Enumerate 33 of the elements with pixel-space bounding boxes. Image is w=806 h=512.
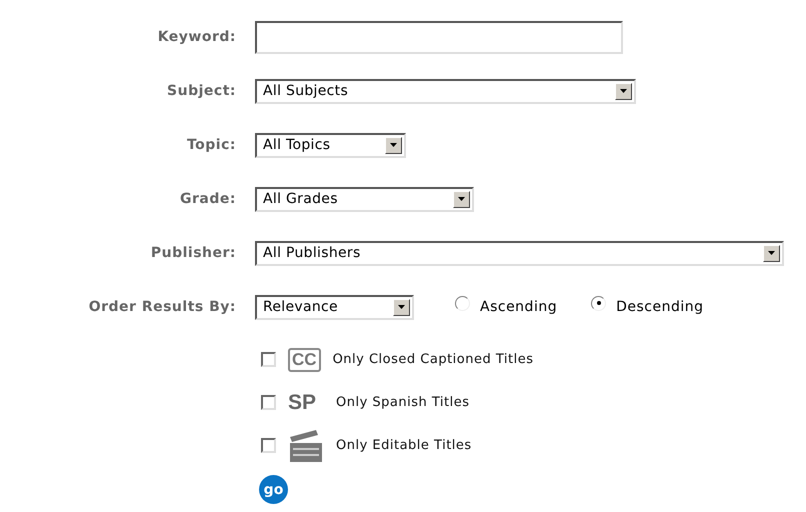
field-label: Order Results By: [88, 299, 237, 315]
radio-button[interactable] [591, 296, 606, 310]
dropdown-value: All Topics [263, 137, 330, 153]
radio-label: Descending [616, 299, 704, 315]
dropdown-value: All Subjects [263, 83, 348, 99]
dropdown-value: Relevance [263, 299, 338, 315]
field-label: Grade: [179, 191, 237, 207]
clapperboard-icon [288, 428, 324, 462]
keyword-field[interactable] [255, 20, 623, 54]
field-label: Subject: [166, 83, 237, 99]
language-label: SP [288, 390, 318, 414]
radio-label: Ascending [480, 299, 558, 315]
dropdown[interactable]: All Grades [255, 186, 474, 212]
dropdown[interactable]: Relevance [255, 294, 414, 320]
dropdown[interactable]: All Subjects [255, 78, 636, 104]
field-label: Publisher: [150, 245, 237, 261]
go-button[interactable]: go [259, 475, 288, 504]
checkbox-label: Only Spanish Titles [336, 395, 470, 410]
dropdown[interactable]: All Topics [255, 132, 406, 158]
checkbox-label: Only Closed Captioned Titles [332, 352, 534, 367]
dropdown[interactable]: All Publishers [255, 240, 784, 266]
checkbox[interactable] [261, 438, 276, 453]
radio-option[interactable]: Ascending [455, 299, 558, 315]
caption-badge: CC [288, 348, 321, 372]
checkbox-label: Only Editable Titles [336, 438, 472, 453]
field-label: Keyword: [156, 29, 237, 45]
checkbox[interactable] [261, 352, 276, 367]
field-label: Topic: [186, 137, 237, 153]
radio-button[interactable] [455, 296, 470, 310]
radio-option[interactable]: Descending [591, 299, 704, 315]
dropdown-value: All Publishers [263, 245, 361, 261]
dropdown-value: All Grades [263, 191, 338, 207]
checkbox[interactable] [261, 395, 276, 410]
